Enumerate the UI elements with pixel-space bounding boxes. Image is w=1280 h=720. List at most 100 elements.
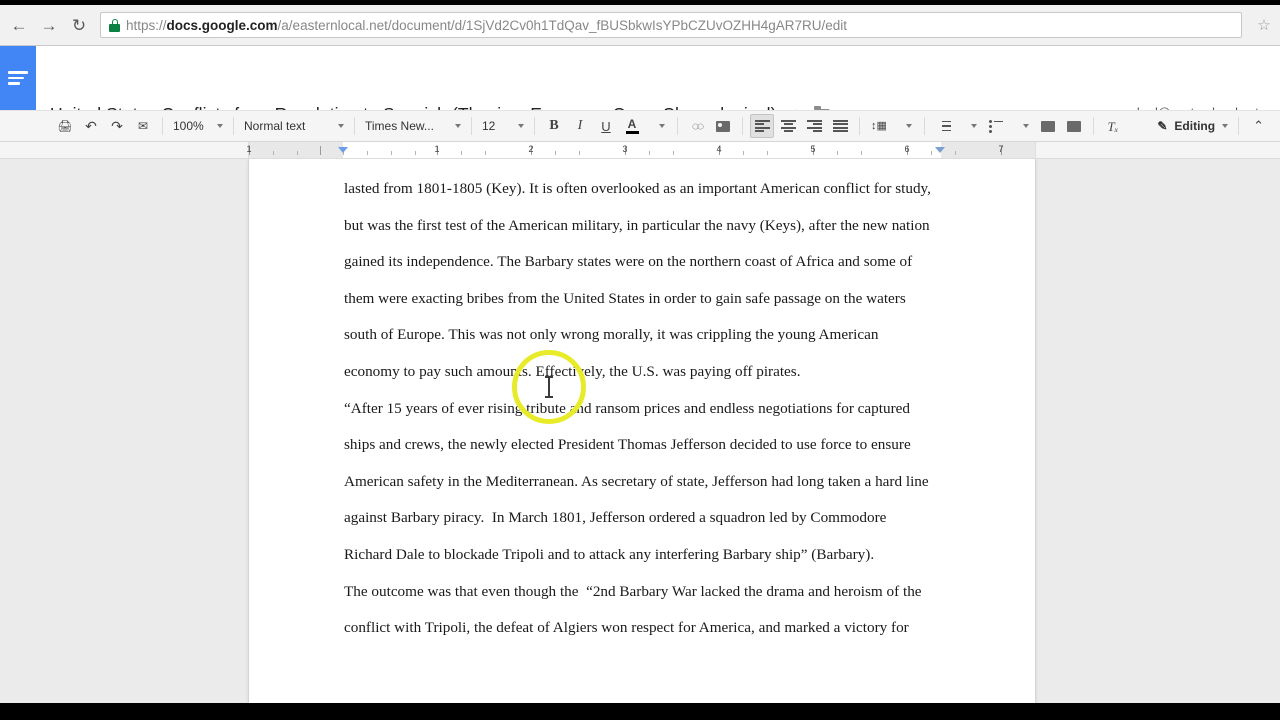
document-scroll-area[interactable]: lasted from 1801-1805 (Key). It is often… xyxy=(0,159,1280,703)
align-center-button[interactable] xyxy=(776,114,800,138)
toolbar-divider xyxy=(162,117,163,135)
underline-icon: U xyxy=(601,118,611,134)
italic-icon: I xyxy=(577,118,583,133)
toolbar-divider xyxy=(924,117,925,135)
insert-link-button[interactable]: ◌◌ xyxy=(685,114,709,138)
doc-line: Richard Dale to blockade Tripoli and to … xyxy=(344,545,875,563)
doc-line: but was the first test of the American m… xyxy=(344,216,930,234)
ruler-number: 6 xyxy=(904,144,910,154)
align-justify-icon xyxy=(832,120,848,132)
url-domain: docs.google.com xyxy=(166,17,278,33)
italic-button[interactable]: I xyxy=(568,114,592,138)
collapse-chevrons-icon[interactable]: ⌃ xyxy=(1245,118,1272,134)
chevron-down-icon xyxy=(338,124,344,128)
ruler-number: 7 xyxy=(998,144,1004,154)
line-spacing-dropdown[interactable] xyxy=(893,114,917,138)
chevron-down-icon xyxy=(905,124,912,128)
redo-icon[interactable]: ↷ xyxy=(105,114,129,138)
toolbar-divider xyxy=(233,117,234,135)
editing-mode-label: Editing xyxy=(1174,119,1216,133)
paragraph-style-dropdown[interactable]: Normal text xyxy=(240,114,348,138)
ruler-right-margin xyxy=(941,142,1035,158)
ruler-number: 2 xyxy=(528,144,534,154)
chevron-down-icon xyxy=(455,124,461,128)
ruler-number: 5 xyxy=(810,144,816,154)
toolbar-divider xyxy=(677,117,678,135)
url-scheme: https:// xyxy=(126,17,167,33)
bulleted-list-dropdown[interactable] xyxy=(1010,114,1034,138)
toolbar-divider xyxy=(534,117,535,135)
bulleted-list-button[interactable] xyxy=(984,114,1008,138)
ruler-number: 4 xyxy=(716,144,722,154)
line-spacing-button[interactable]: ↕▦ xyxy=(867,114,891,138)
omnibox-address-bar[interactable]: https://docs.google.com/a/easternlocal.n… xyxy=(100,12,1242,38)
toolbar-divider xyxy=(1238,117,1240,135)
print-icon[interactable]: 🖨 xyxy=(53,114,77,138)
bold-button[interactable]: B xyxy=(542,114,566,138)
screen: ← → ↻ https://docs.google.com/a/easternl… xyxy=(0,0,1280,720)
doc-line: The outcome was that even though the “2n… xyxy=(344,582,922,600)
text-color-dropdown[interactable] xyxy=(646,114,670,138)
doc-line: south of Europe. This was not only wrong… xyxy=(344,326,879,344)
doc-line: ships and crews, the newly elected Presi… xyxy=(344,436,911,454)
text-color-icon: A xyxy=(625,118,639,134)
bold-icon: B xyxy=(549,118,559,133)
browser-nav-buttons: ← → ↻ xyxy=(0,10,94,40)
decrease-indent-icon xyxy=(1041,120,1055,132)
lock-icon xyxy=(109,18,120,32)
chevron-down-icon xyxy=(518,124,524,128)
zoom-level-dropdown[interactable]: 100% xyxy=(169,114,227,138)
doc-line: against Barbary piracy. In March 1801, J… xyxy=(344,509,887,527)
toolbar-right-group: ✎ Editing ⌃ xyxy=(1153,117,1280,135)
doc-line: American safety in the Mediterranean. As… xyxy=(344,472,929,490)
document-text-body[interactable]: lasted from 1801-1805 (Key). It is often… xyxy=(344,171,944,647)
toolbar-divider xyxy=(1093,117,1094,135)
bookmark-star-icon[interactable]: ☆ xyxy=(1252,13,1276,37)
reload-icon[interactable]: ↻ xyxy=(64,10,94,40)
paint-format-icon[interactable]: ✉ xyxy=(131,114,155,138)
document-page[interactable]: lasted from 1801-1805 (Key). It is often… xyxy=(248,159,1036,703)
bulleted-list-icon xyxy=(989,120,1003,133)
ruler-number: 1 xyxy=(246,144,252,154)
align-right-button[interactable] xyxy=(802,114,826,138)
chevron-down-icon xyxy=(658,124,665,128)
clear-formatting-button[interactable]: Tₓ xyxy=(1101,114,1125,138)
underline-button[interactable]: U xyxy=(594,114,618,138)
right-indent-marker[interactable] xyxy=(935,143,946,154)
increase-indent-button[interactable] xyxy=(1062,114,1086,138)
font-size-value: 12 xyxy=(482,119,496,133)
editing-mode-dropdown[interactable]: ✎ Editing xyxy=(1153,119,1232,133)
ruler: 1 1 2 3 4 5 6 7 xyxy=(0,142,1280,159)
ruler-number: 1 xyxy=(434,144,440,154)
doc-line: “After 15 years of ever rising tribute a… xyxy=(344,399,910,417)
align-center-icon xyxy=(780,120,796,132)
text-color-button[interactable]: A xyxy=(620,114,644,138)
back-arrow-icon[interactable]: ← xyxy=(4,10,34,40)
doc-line: economy to pay such amounts. Effectively… xyxy=(344,362,801,380)
line-spacing-icon: ↕▦ xyxy=(871,119,887,132)
numbered-list-button[interactable] xyxy=(932,114,956,138)
increase-indent-icon xyxy=(1067,120,1081,132)
docs-menu-logo-button[interactable] xyxy=(0,46,36,110)
toolbar-divider xyxy=(354,117,355,135)
chevron-down-icon xyxy=(970,124,977,128)
chevron-down-icon xyxy=(1222,124,1229,128)
link-icon: ◌◌ xyxy=(691,119,704,133)
ruler-number: 3 xyxy=(622,144,628,154)
insert-image-button[interactable] xyxy=(711,114,735,138)
font-family-dropdown[interactable]: Times New... xyxy=(361,114,465,138)
align-justify-button[interactable] xyxy=(828,114,852,138)
numbered-list-dropdown[interactable] xyxy=(958,114,982,138)
ruler-track[interactable]: 1 1 2 3 4 5 6 7 xyxy=(246,142,1036,158)
chevron-down-icon xyxy=(1022,124,1029,128)
hamburger-icon xyxy=(8,68,28,88)
decrease-indent-button[interactable] xyxy=(1036,114,1060,138)
formatting-toolbar: 🖨 ↶ ↷ ✉ 100% Normal text Times New... 12… xyxy=(0,110,1280,142)
left-indent-marker[interactable] xyxy=(338,143,349,154)
forward-arrow-icon[interactable]: → xyxy=(34,10,64,40)
align-left-button[interactable] xyxy=(750,114,774,138)
font-size-dropdown[interactable]: 12 xyxy=(478,114,528,138)
url-path: /a/easternlocal.net/document/d/1SjVd2Cv0… xyxy=(277,17,848,33)
undo-icon[interactable]: ↶ xyxy=(79,114,103,138)
paragraph-style-value: Normal text xyxy=(244,119,306,133)
